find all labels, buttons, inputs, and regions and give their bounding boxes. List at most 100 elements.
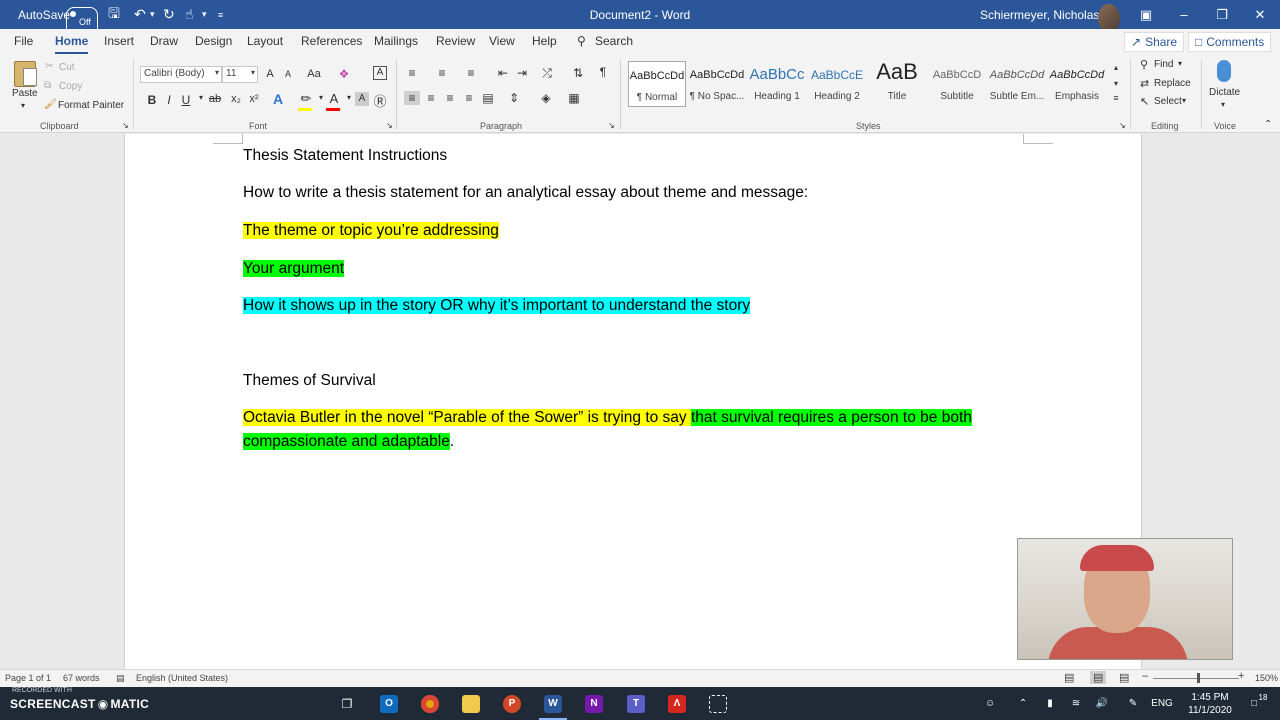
web-layout-icon[interactable]: ▤ (1119, 671, 1129, 684)
clipboard-launcher-icon[interactable]: ↘ (122, 121, 129, 130)
taskbar-powerpoint[interactable]: P (492, 687, 532, 720)
tab-references[interactable]: References (301, 34, 362, 48)
notification-icon[interactable]: □ (1244, 687, 1264, 720)
grow-font-icon[interactable]: A (262, 68, 278, 80)
align-right-icon[interactable]: ≡ (442, 91, 458, 105)
doc-paragraph-intro[interactable]: How to write a thesis statement for an a… (243, 181, 1013, 205)
zoom-level[interactable]: 150% (1255, 673, 1278, 683)
borders-icon[interactable]: ▦ (566, 91, 582, 105)
justify-icon[interactable]: ≡ (461, 91, 477, 105)
share-button[interactable]: ↗ Share (1124, 32, 1185, 52)
find-dropdown-icon[interactable]: ▾ (1178, 59, 1182, 68)
replace-button[interactable]: Replace (1154, 78, 1191, 89)
search-icon[interactable]: ⚲ (577, 34, 586, 48)
tab-view[interactable]: View (489, 34, 515, 48)
tab-review[interactable]: Review (436, 34, 475, 48)
font-launcher-icon[interactable]: ↘ (386, 121, 393, 130)
collapse-ribbon-icon[interactable]: ⌃ (1264, 119, 1272, 130)
dictate-button[interactable]: Dictate (1209, 87, 1240, 98)
enclose-characters-icon[interactable]: Ⓡ (372, 91, 388, 110)
paste-icon[interactable] (14, 61, 37, 87)
search-box[interactable]: Search (595, 34, 633, 48)
style-heading-2[interactable]: AaBbCcE Heading 2 (808, 61, 866, 107)
strikethrough-button[interactable]: ab (207, 93, 223, 105)
user-name[interactable]: Schiermeyer, Nicholas W (980, 0, 1114, 29)
read-mode-icon[interactable]: ▤ (1064, 671, 1074, 684)
styles-more-icon[interactable]: ≡ (1108, 93, 1124, 103)
volume-icon[interactable]: 🔊 (1092, 687, 1112, 720)
wifi-icon[interactable]: ≋ (1066, 687, 1086, 720)
bold-button[interactable]: B (144, 93, 160, 107)
tab-file[interactable]: File (14, 34, 33, 48)
style-heading-1[interactable]: AaBbCc Heading 1 (748, 61, 806, 107)
doc-paragraph-theme[interactable]: The theme or topic you’re addressing (243, 219, 1013, 243)
shrink-font-icon[interactable]: A (280, 69, 296, 79)
paste-button[interactable]: Paste (12, 88, 38, 99)
pen-icon[interactable]: ✎ (1123, 687, 1143, 720)
styles-scroll-up-icon[interactable]: ▴ (1108, 63, 1124, 72)
task-view-icon[interactable]: ❐ (327, 687, 367, 720)
tab-design[interactable]: Design (195, 34, 232, 48)
comments-button[interactable]: □ Comments (1188, 32, 1272, 52)
bullets-icon[interactable]: ≡ (404, 66, 420, 80)
language-indicator[interactable]: ENG (1150, 687, 1174, 720)
taskbar-teams[interactable]: T (616, 687, 656, 720)
italic-button[interactable]: I (161, 93, 177, 107)
tab-mailings[interactable]: Mailings (374, 34, 418, 48)
zoom-in-icon[interactable]: + (1238, 670, 1244, 682)
doc-paragraph-argument[interactable]: Your argument (243, 257, 1013, 281)
style-no-spacing[interactable]: AaBbCcDd ¶ No Spac... (688, 61, 746, 107)
doc-paragraph-story[interactable]: How it shows up in the story OR why it’s… (243, 294, 1013, 318)
tab-layout[interactable]: Layout (247, 34, 283, 48)
text-effects-box-icon[interactable]: A (373, 66, 387, 80)
multilevel-list-icon[interactable]: ≡ (463, 66, 479, 80)
change-case-icon[interactable]: Aa (304, 68, 324, 80)
style-subtle-emphasis[interactable]: AaBbCcDd Subtle Em... (988, 61, 1046, 107)
align-left-icon[interactable]: ≡ (404, 91, 420, 105)
style-subtitle[interactable]: AaBbCcD Subtitle (928, 61, 986, 107)
close-icon[interactable]: ✕ (1241, 0, 1279, 29)
tab-insert[interactable]: Insert (104, 34, 134, 48)
shading-icon[interactable]: ◈ (538, 91, 554, 105)
taskbar-onenote[interactable]: N (574, 687, 614, 720)
minimize-icon[interactable]: – (1165, 0, 1203, 29)
taskbar-word[interactable]: W (533, 687, 573, 720)
find-button[interactable]: Find (1154, 59, 1173, 70)
paste-dropdown-icon[interactable]: ▾ (21, 101, 25, 110)
highlighter-icon[interactable]: ✏ (298, 91, 314, 107)
doc-heading-survival[interactable]: Themes of Survival (243, 369, 1013, 393)
zoom-slider-thumb[interactable] (1197, 673, 1200, 683)
people-icon[interactable]: ☺ (980, 687, 1000, 720)
taskbar-outlook[interactable]: O (369, 687, 409, 720)
styles-scroll-down-icon[interactable]: ▾ (1108, 79, 1124, 88)
copy-button[interactable]: Copy (59, 81, 82, 92)
language-status[interactable]: English (United States) (136, 673, 228, 683)
style-title[interactable]: AaB Title (868, 59, 926, 107)
battery-icon[interactable]: ▮ (1040, 687, 1060, 720)
tab-home[interactable]: Home (55, 34, 89, 54)
character-shading-icon[interactable]: A (355, 92, 369, 106)
document-page[interactable]: Thesis Statement Instructions How to wri… (124, 134, 1142, 669)
asian-layout-icon[interactable]: ⤮ (539, 66, 555, 81)
line-spacing-icon[interactable]: ⇕ (506, 91, 522, 105)
clear-formatting-icon[interactable]: ❖ (336, 67, 352, 81)
superscript-button[interactable]: x² (246, 93, 262, 105)
zoom-out-icon[interactable]: – (1142, 670, 1148, 682)
taskbar-chrome[interactable] (410, 687, 450, 720)
select-button[interactable]: Select (1154, 96, 1182, 107)
zoom-slider[interactable] (1153, 678, 1239, 679)
align-center-icon[interactable]: ≡ (423, 91, 439, 105)
clock[interactable]: 1:45 PM 11/1/2020 (1175, 687, 1245, 720)
font-size-select[interactable]: 11 ▾ (222, 66, 258, 83)
taskbar-snip[interactable] (698, 687, 738, 720)
style-emphasis[interactable]: AaBbCcDd Emphasis (1048, 61, 1106, 107)
microphone-icon[interactable] (1217, 60, 1231, 82)
subscript-button[interactable]: x₂ (228, 93, 244, 105)
font-color-icon[interactable]: A (326, 91, 342, 106)
text-effects-icon[interactable]: A (270, 91, 286, 107)
styles-launcher-icon[interactable]: ↘ (1119, 121, 1126, 130)
sort-icon[interactable]: ⇅ (570, 66, 586, 80)
increase-indent-icon[interactable]: ⇥ (514, 66, 530, 80)
format-painter-button[interactable]: Format Painter (58, 100, 124, 111)
doc-heading-thesis[interactable]: Thesis Statement Instructions (243, 144, 1013, 168)
